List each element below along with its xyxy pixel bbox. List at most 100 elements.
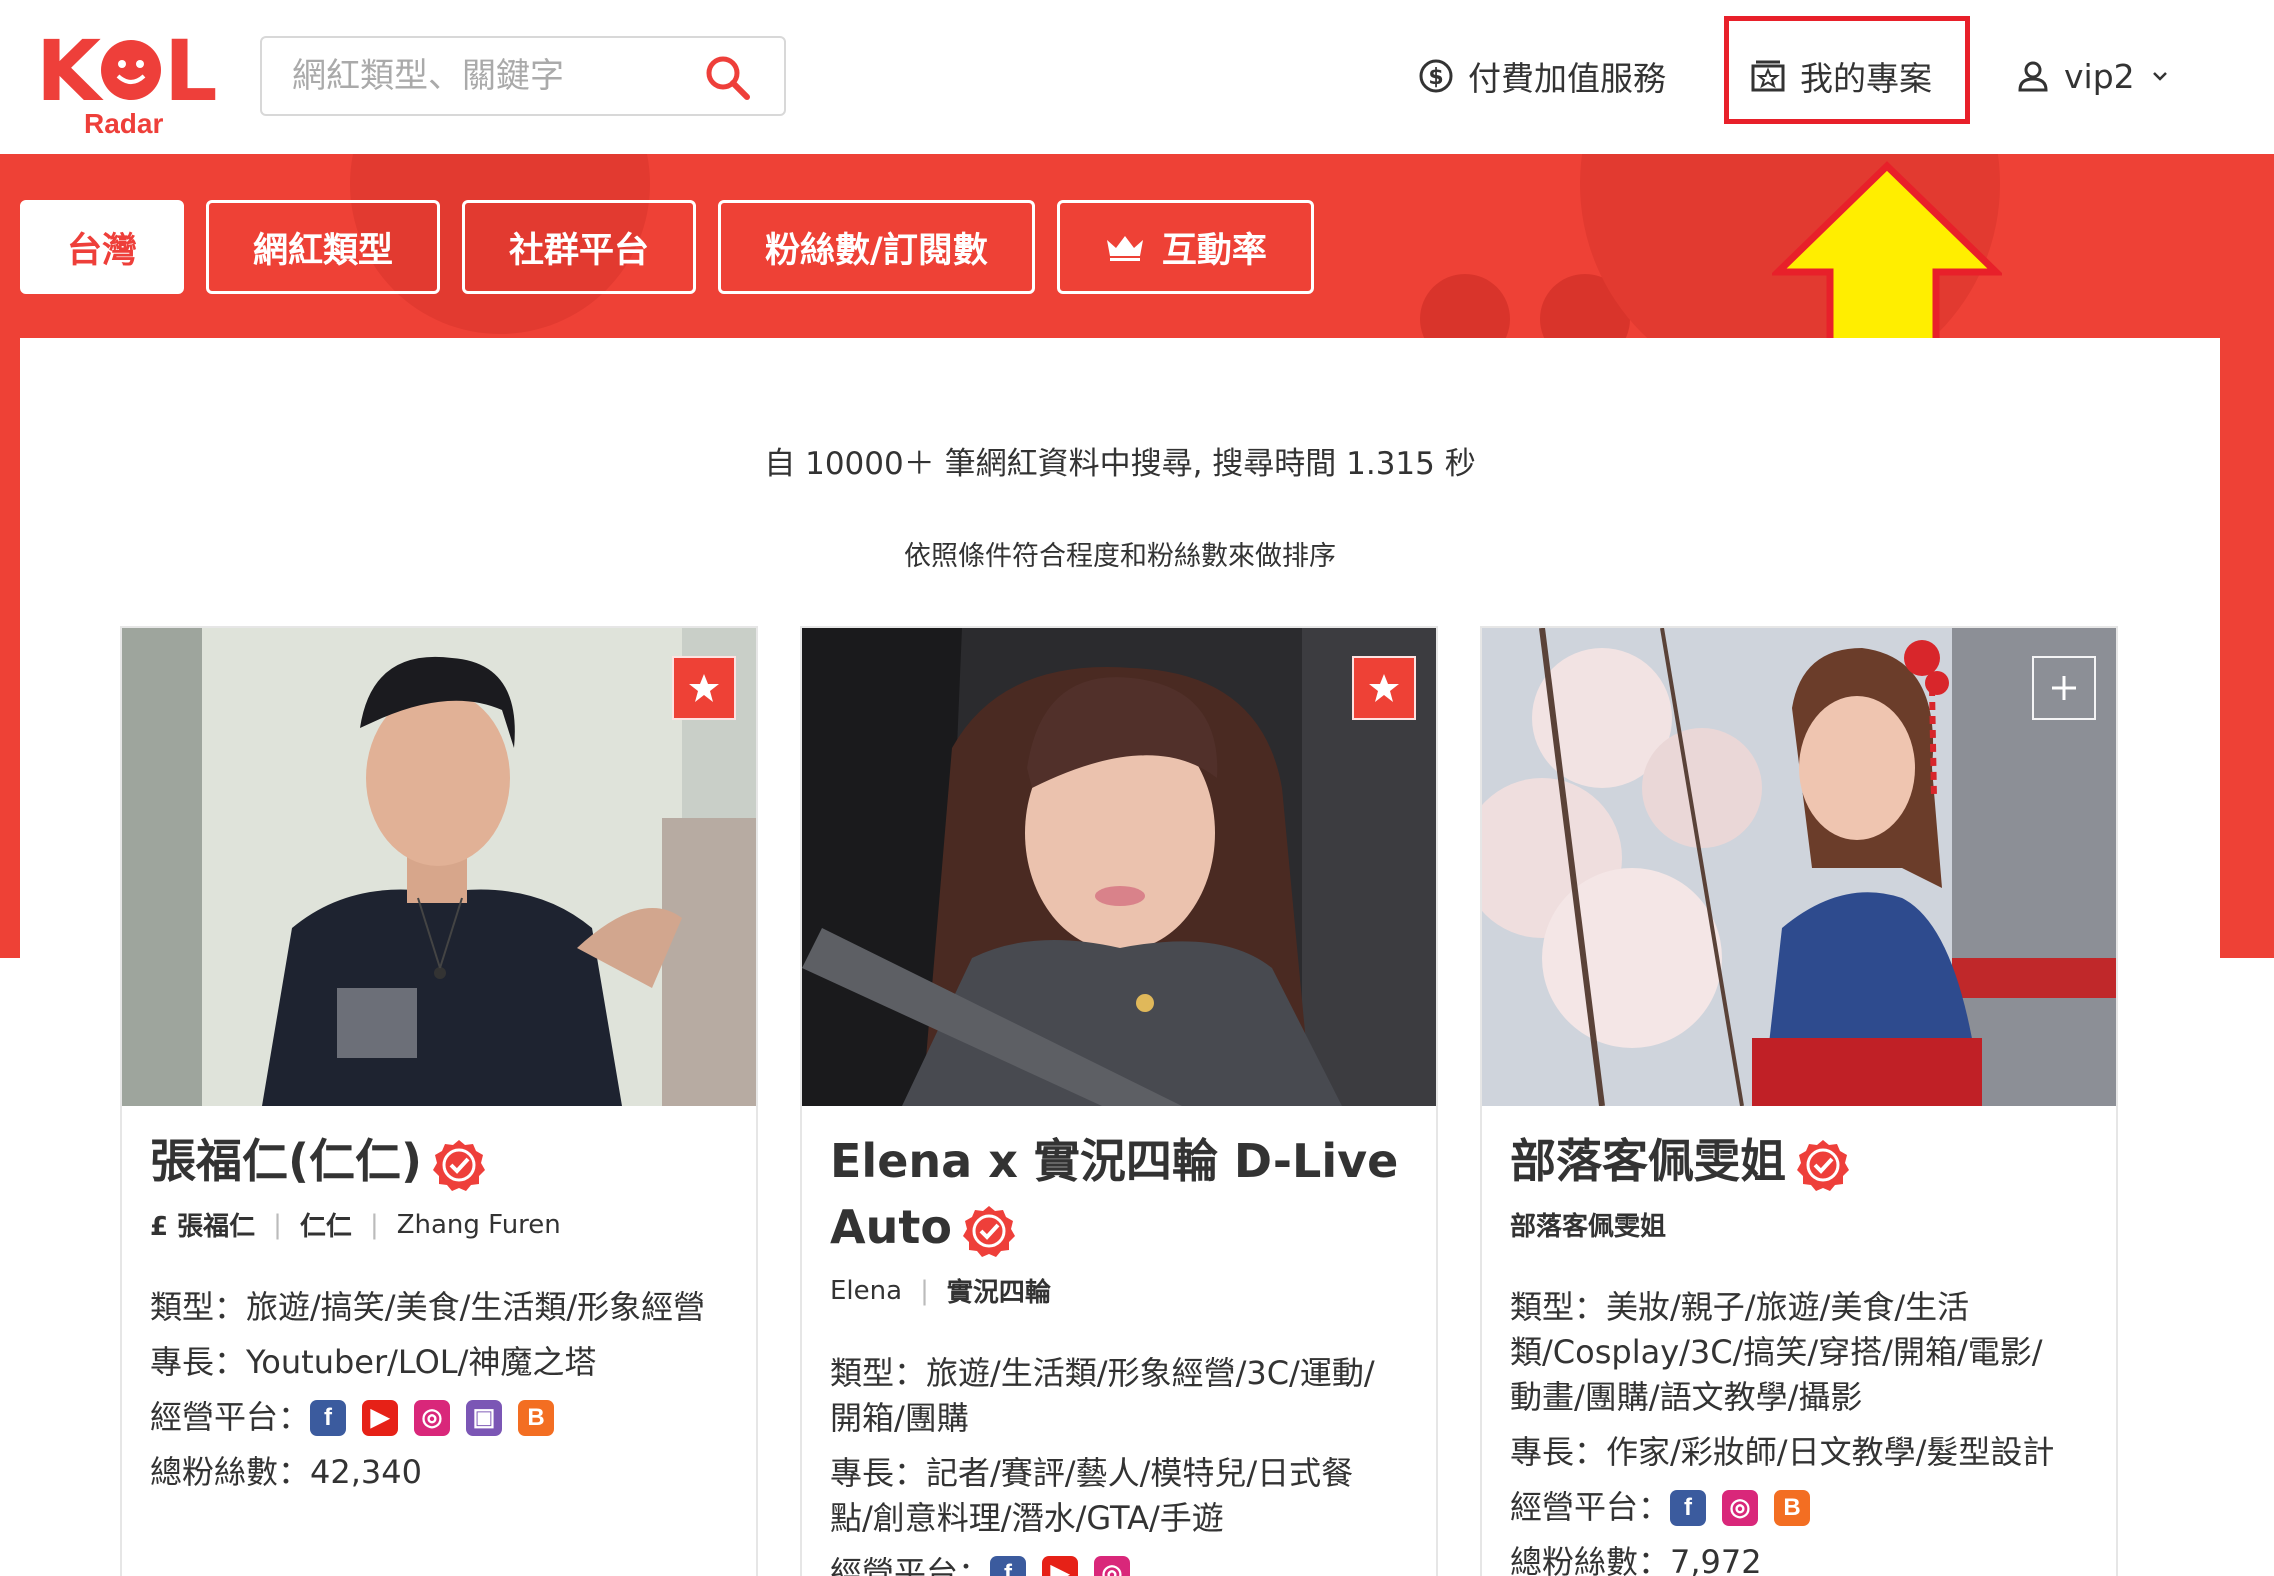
user-name: vip2 xyxy=(2064,56,2135,96)
search-stats: 自 10000＋ 筆網紅資料中搜尋, 搜尋時間 1.315 秒 xyxy=(764,446,1476,482)
search-icon[interactable] xyxy=(702,52,754,104)
blogger-icon[interactable]: B xyxy=(1774,1489,1811,1526)
kol-type-line: 開箱/團購 xyxy=(830,1399,969,1437)
kol-aliases: £ 張福仁 | 仁仁 | Zhang Furen xyxy=(150,1206,740,1243)
kol-card[interactable]: 張福仁(仁仁) £ 張福仁 | 仁仁 | Zhang Furen 類型：旅遊/搞笑/… xyxy=(120,626,758,1576)
kol-type-line: 類型：旅遊/生活類/形象經營/3C/運動/ xyxy=(830,1354,1375,1392)
facebook-icon[interactable]: f xyxy=(1670,1489,1707,1526)
nav-paid-label: 付費加值服務 xyxy=(1468,59,1666,98)
kol-name-text: 張福仁(仁仁) xyxy=(150,1134,423,1188)
verified-badge-icon xyxy=(1797,1139,1849,1191)
kol-card-body: 部落客佩雯姐 部落客佩雯姐 類型：美妝/親子/旅遊/美食/生活 類/Cospla… xyxy=(1510,1128,2100,1576)
results-panel: 自 10000＋ 筆網紅資料中搜尋, 搜尋時間 1.315 秒 依照條件符合程度… xyxy=(20,338,2220,1576)
instagram-icon[interactable]: ◎ xyxy=(414,1399,451,1436)
kol-platforms: 經營平台： f ▶ ◎ xyxy=(830,1551,1420,1576)
kol-photo[interactable] xyxy=(802,628,1436,1106)
logo-graphic: K L Radar xyxy=(36,22,218,139)
filter-bar: 台灣 網紅類型 社群平台 粉絲數/訂閱數 互動率 xyxy=(20,200,1314,296)
kol-skills: 專長：作家/彩妝師/日文教學/髮型設計 xyxy=(1510,1433,2055,1471)
filter-label: 台灣 xyxy=(67,230,138,271)
platforms-label: 經營平台： xyxy=(830,1554,991,1576)
kol-aliases: Elena | 實況四輪 xyxy=(830,1272,1420,1309)
svg-text:$: $ xyxy=(1428,65,1443,90)
kol-skills: 專長：Youtuber/LOL/神魔之塔 xyxy=(150,1343,597,1381)
star-icon xyxy=(1369,674,1399,702)
instagram-icon[interactable]: ◎ xyxy=(1094,1555,1131,1576)
kol-platforms: 經營平台： f ◎ B xyxy=(1510,1485,2100,1530)
kol-photo[interactable] xyxy=(122,628,756,1106)
blogger-icon[interactable]: B xyxy=(518,1399,555,1436)
instagram-icon[interactable]: ◎ xyxy=(1722,1489,1759,1526)
kol-card-body: Elena x 實況四輪 D-Live Auto Elena | 實況四輪 類型：… xyxy=(830,1128,1420,1576)
alias-separator: | xyxy=(920,1275,929,1306)
star-icon xyxy=(689,674,719,702)
filter-label: 互動率 xyxy=(1161,230,1267,271)
filter-engagement-rate[interactable]: 互動率 xyxy=(1056,200,1314,294)
alias: 部落客佩雯姐 xyxy=(1510,1212,1667,1242)
filter-social-platform[interactable]: 社群平台 xyxy=(462,200,697,294)
kol-aliases: 部落客佩雯姐 xyxy=(1510,1206,2100,1243)
alias: £ 張福仁 xyxy=(150,1212,256,1242)
filter-followers[interactable]: 粉絲數/訂閱數 xyxy=(718,200,1035,294)
kol-type-line: 類/Cosplay/3C/搞笑/穿搭/開箱/電影/ xyxy=(1510,1333,2043,1371)
favorite-button[interactable] xyxy=(1352,656,1416,720)
kol-photo[interactable] xyxy=(1482,628,2116,1106)
filter-label: 粉絲數/訂閱數 xyxy=(765,230,988,271)
verified-badge-icon xyxy=(962,1205,1015,1257)
kol-name[interactable]: Elena x 實況四輪 D-Live Auto xyxy=(830,1128,1420,1260)
kol-type-line: 動畫/團購/語文教學/攝影 xyxy=(1510,1378,1863,1416)
top-header: K L Radar $ 付費加值服務 我的專案 xyxy=(0,0,2274,154)
kol-name-text: 部落客佩雯姐 xyxy=(1510,1134,1786,1188)
kol-type: 類型：美妝/親子/旅遊/美食/生活 類/Cosplay/3C/搞笑/穿搭/開箱/… xyxy=(1510,1285,2100,1420)
kol-type-line: 類型：美妝/親子/旅遊/美食/生活 xyxy=(1510,1288,1970,1326)
user-menu[interactable]: vip2 xyxy=(2016,46,2171,106)
kol-followers: 總粉絲數：7,972 xyxy=(1510,1543,1762,1576)
kol-name-text: Auto xyxy=(830,1200,952,1254)
filter-label: 社群平台 xyxy=(509,230,650,271)
kol-name[interactable]: 張福仁(仁仁) xyxy=(150,1128,740,1194)
kol-skills-line: 專長：記者/賽評/藝人/模特兒/日式餐 xyxy=(830,1454,1354,1492)
facebook-icon[interactable]: f xyxy=(310,1399,347,1436)
facebook-icon[interactable]: f xyxy=(990,1555,1027,1576)
kol-card[interactable]: 部落客佩雯姐 部落客佩雯姐 類型：美妝/親子/旅遊/美食/生活 類/Cospla… xyxy=(1480,626,2118,1576)
highlight-box xyxy=(1724,16,1970,124)
logo-radar-text: Radar xyxy=(84,108,163,138)
kol-info: 類型：美妝/親子/旅遊/美食/生活 類/Cosplay/3C/搞笑/穿搭/開箱/… xyxy=(1510,1285,2100,1576)
twitch-icon[interactable]: ▣ xyxy=(466,1399,503,1436)
alias: 實況四輪 xyxy=(946,1278,1051,1308)
kol-skills-line: 點/創意料理/潛水/GTA/手遊 xyxy=(830,1499,1224,1537)
filter-label: 網紅類型 xyxy=(253,230,394,271)
youtube-icon[interactable]: ▶ xyxy=(1042,1555,1079,1576)
kol-name-text: Elena x 實況四輪 D-Live xyxy=(830,1134,1399,1188)
svg-text:L: L xyxy=(164,22,218,120)
kol-followers: 總粉絲數：42,340 xyxy=(150,1453,422,1491)
chevron-down-icon xyxy=(2152,72,2167,81)
kol-name[interactable]: 部落客佩雯姐 xyxy=(1510,1128,2100,1194)
search-input[interactable] xyxy=(292,52,692,100)
add-favorite-button[interactable] xyxy=(2032,656,2096,720)
sort-note: 依照條件符合程度和粉絲數來做排序 xyxy=(904,541,1336,572)
kol-card-body: 張福仁(仁仁) £ 張福仁 | 仁仁 | Zhang Furen 類型：旅遊/搞笑/… xyxy=(150,1128,740,1505)
kol-skills: 專長：記者/賽評/藝人/模特兒/日式餐 點/創意料理/潛水/GTA/手遊 xyxy=(830,1451,1420,1541)
alias: Zhang Furen xyxy=(396,1209,561,1240)
search-box[interactable] xyxy=(260,36,786,116)
plus-icon xyxy=(2052,676,2076,700)
dollar-icon: $ xyxy=(1419,59,1453,93)
kol-type: 類型：旅遊/搞笑/美食/生活類/形象經營 xyxy=(150,1288,706,1326)
filter-region-taiwan[interactable]: 台灣 xyxy=(20,200,185,294)
alias: 仁仁 xyxy=(299,1212,352,1242)
kol-card[interactable]: Elena x 實況四輪 D-Live Auto Elena | 實況四輪 類型：… xyxy=(800,626,1438,1576)
youtube-icon[interactable]: ▶ xyxy=(362,1399,399,1436)
user-icon xyxy=(2018,61,2048,92)
verified-badge-icon xyxy=(433,1139,486,1191)
nav-paid-services[interactable]: $ 付費加值服務 xyxy=(1418,46,1666,106)
kol-radar-logo[interactable]: K L Radar xyxy=(36,18,226,139)
alias-separator: | xyxy=(369,1209,379,1240)
logo-k: K xyxy=(36,22,104,120)
platforms-label: 經營平台： xyxy=(150,1398,311,1436)
favorite-button[interactable] xyxy=(672,656,736,720)
kol-platforms: 經營平台： f ▶ ◎ ▣ B xyxy=(150,1395,740,1440)
filter-kol-type[interactable]: 網紅類型 xyxy=(206,200,441,294)
kol-type: 類型：旅遊/生活類/形象經營/3C/運動/ 開箱/團購 xyxy=(830,1351,1420,1441)
kol-info: 類型：旅遊/搞笑/美食/生活類/形象經營 專長：Youtuber/LOL/神魔之… xyxy=(150,1285,740,1495)
